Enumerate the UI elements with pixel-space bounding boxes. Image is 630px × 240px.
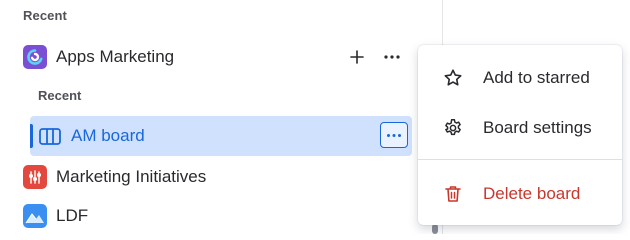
menu-item-board-settings[interactable]: Board settings	[418, 108, 622, 148]
space-label: LDF	[56, 206, 89, 225]
sidebar-item-am-board[interactable]: AM board	[30, 116, 412, 156]
sidebar-item-ldf[interactable]: LDF	[23, 203, 88, 229]
apps-marketing-space-icon	[23, 45, 47, 69]
sidebar-item-apps-marketing[interactable]: Apps Marketing	[23, 44, 174, 70]
menu-item-label: Add to starred	[483, 68, 590, 87]
selected-indicator	[30, 124, 33, 148]
sidebar-item-marketing-initiatives[interactable]: Marketing Initiatives	[23, 164, 206, 190]
star-icon	[443, 68, 463, 88]
trash-icon	[443, 184, 463, 204]
gear-icon	[443, 118, 463, 138]
app-canvas: Recent Apps Marketing Recent AM board Ma…	[0, 0, 630, 234]
plus-icon	[350, 50, 364, 64]
space-label: Marketing Initiatives	[56, 167, 207, 186]
menu-item-label: Delete board	[483, 184, 581, 203]
sidebar: Recent Apps Marketing Recent AM board Ma…	[0, 0, 443, 234]
more-actions-button[interactable]	[379, 44, 405, 70]
menu-divider	[418, 159, 622, 160]
space-label: Apps Marketing	[56, 47, 175, 66]
space-actions	[344, 44, 405, 70]
board-label: AM board	[71, 126, 145, 145]
recent-heading: Recent	[23, 8, 67, 23]
ldf-space-icon	[23, 204, 47, 228]
board-more-actions-button[interactable]	[380, 122, 408, 148]
sidebar-scrollbar[interactable]	[432, 224, 438, 234]
menu-item-add-to-starred[interactable]: Add to starred	[418, 58, 622, 98]
menu-item-label: Board settings	[483, 118, 592, 137]
board-actions-menu: Add to starred Board settings Delete boa…	[418, 45, 622, 225]
more-horizontal-icon	[384, 55, 400, 59]
menu-item-delete-board[interactable]: Delete board	[418, 174, 622, 214]
recent-subheading: Recent	[38, 88, 82, 103]
marketing-initiatives-space-icon	[23, 165, 47, 189]
add-button[interactable]	[344, 44, 370, 70]
board-icon	[39, 127, 61, 145]
more-horizontal-icon	[387, 133, 401, 137]
